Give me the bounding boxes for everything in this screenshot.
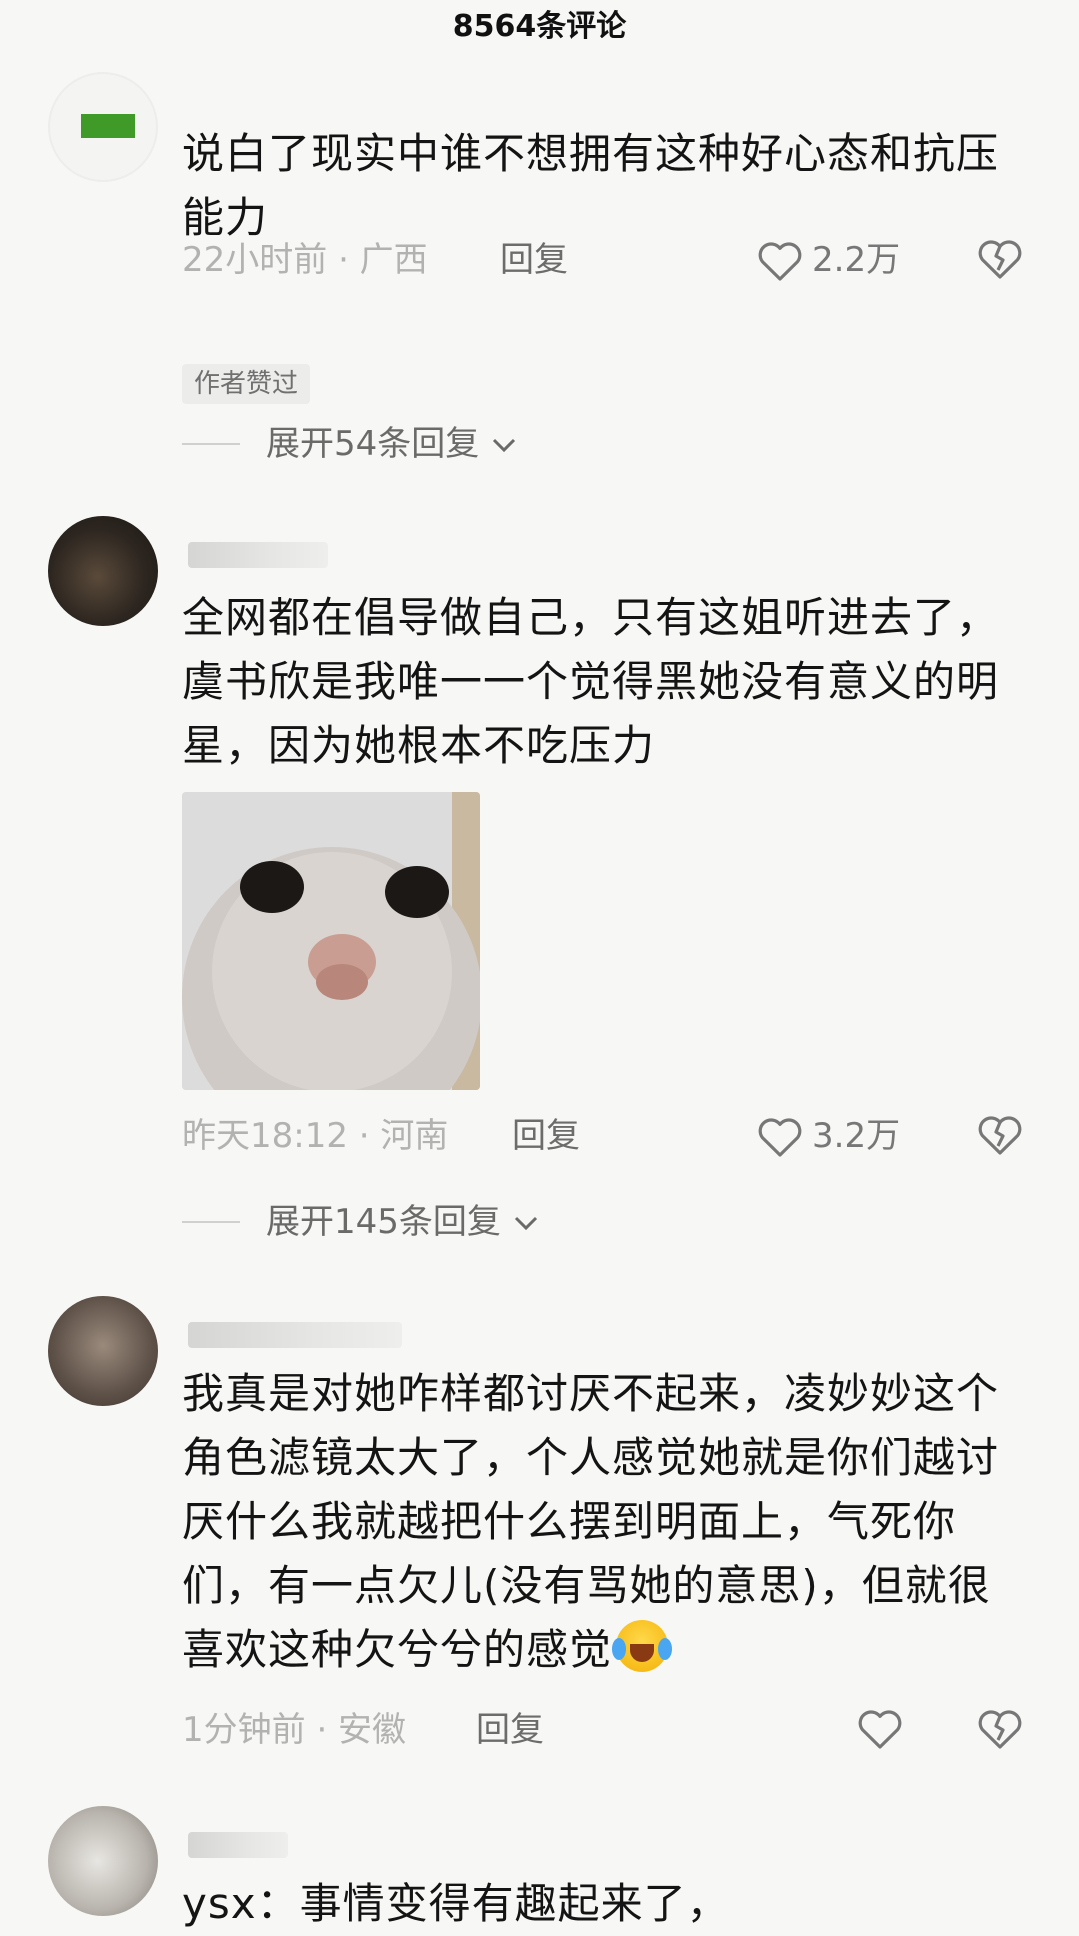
dislike-button[interactable]	[976, 236, 1024, 280]
username-blurred[interactable]	[188, 1322, 402, 1348]
divider	[182, 443, 240, 445]
heart-icon	[756, 1114, 804, 1158]
avatar[interactable]	[48, 516, 158, 626]
expand-replies-button[interactable]: 展开145条回复	[182, 1198, 541, 1246]
comment-meta: 昨天18:12 · 河南	[182, 1116, 449, 1156]
comment-meta: 22小时前 · 广西	[182, 240, 428, 280]
reply-button[interactable]: 回复	[476, 1706, 544, 1754]
divider	[182, 1221, 240, 1223]
broken-heart-icon	[976, 236, 1024, 280]
like-count: 3.2万	[812, 1116, 901, 1156]
dislike-button[interactable]	[976, 1112, 1024, 1156]
like-button[interactable]: 2.2万	[756, 236, 900, 284]
comments-count-title: 8564条评论	[452, 9, 627, 44]
broken-heart-icon	[976, 1706, 1024, 1750]
dislike-button[interactable]	[976, 1706, 1024, 1750]
avatar[interactable]	[48, 1296, 158, 1406]
heart-icon	[856, 1706, 904, 1750]
username-blurred[interactable]	[188, 542, 328, 568]
comment-text: 说白了现实中谁不想拥有这种好心态和抗压能力	[182, 129, 1000, 242]
comment-text-body: 我真是对她咋样都讨厌不起来，凌妙妙这个角色滤镜太大了，个人感觉她就是你们越讨厌什…	[182, 1369, 1000, 1674]
broken-heart-icon	[976, 1112, 1024, 1156]
like-button[interactable]: 3.2万	[756, 1112, 900, 1160]
chevron-down-icon	[511, 1198, 541, 1246]
author-liked-badge: 作者赞过	[182, 364, 311, 404]
heart-icon	[756, 238, 804, 282]
expand-replies-label: 展开54条回复	[266, 424, 480, 464]
like-button[interactable]	[856, 1706, 904, 1750]
reply-button[interactable]: 回复	[512, 1112, 580, 1160]
username-blurred[interactable]	[188, 1832, 288, 1858]
cat-photo-image[interactable]	[182, 792, 480, 1090]
expand-replies-button[interactable]: 展开54条回复	[182, 420, 519, 468]
comment-text: ysx：事情变得有趣起来了，	[182, 1879, 730, 1928]
comment-text: 全网都在倡导做自己，只有这姐听进去了，虞书欣是我唯一一个觉得黑她没有意义的明星，…	[182, 593, 1000, 770]
comment-meta: 1分钟前 · 安徽	[182, 1710, 407, 1750]
avatar[interactable]	[48, 1806, 158, 1916]
expand-replies-label: 展开145条回复	[266, 1202, 501, 1242]
avatar[interactable]	[48, 72, 158, 182]
comment-text: 我真是对她咋样都讨厌不起来，凌妙妙这个角色滤镜太大了，个人感觉她就是你们越讨厌什…	[182, 1362, 1032, 1682]
chevron-down-icon	[489, 420, 519, 468]
like-count: 2.2万	[812, 240, 901, 280]
laughing-crying-emoji-icon	[612, 1620, 673, 1672]
reply-button[interactable]: 回复	[500, 236, 568, 284]
